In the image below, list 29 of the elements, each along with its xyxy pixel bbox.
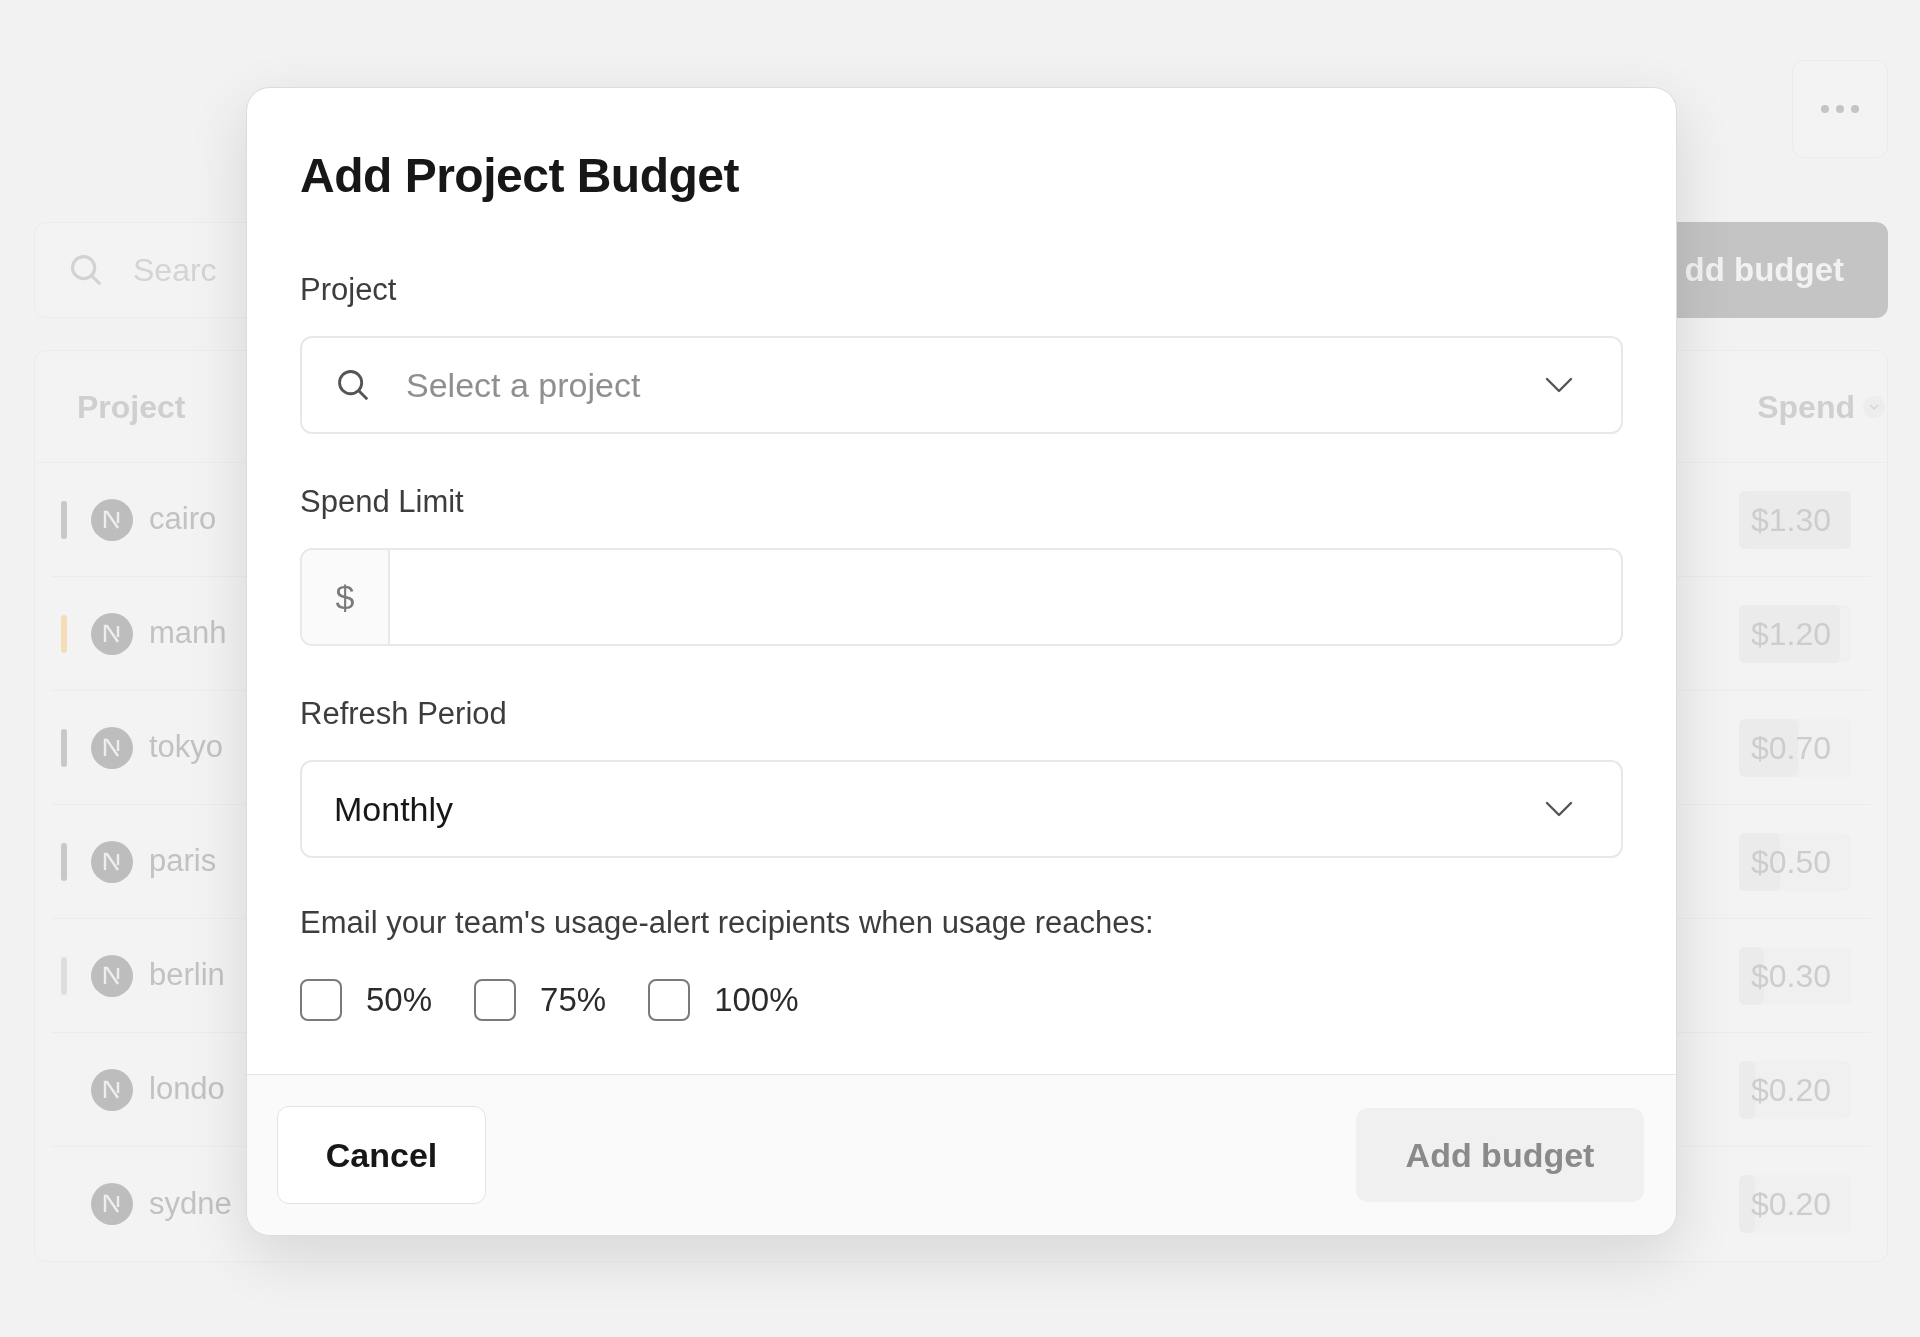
select-value: Monthly (334, 788, 455, 830)
avatar-icon (91, 840, 133, 883)
select-placeholder: Select a project (406, 364, 642, 406)
checkbox[interactable] (300, 978, 342, 1021)
avatar-icon (91, 954, 133, 997)
dialog-title: Add Project Budget (300, 148, 740, 204)
avatar-icon (91, 726, 133, 769)
field-label: Spend Limit (300, 483, 465, 521)
project-select[interactable]: Select a project (300, 336, 1623, 434)
more-icon (1820, 104, 1860, 114)
checkbox[interactable] (648, 978, 691, 1021)
alert-label: Email your team's usage-alert recipients when usage reaches: (300, 904, 1155, 942)
checkbox-label: 100% (714, 980, 799, 1020)
refresh-period-select[interactable]: Monthly (300, 760, 1623, 858)
chevron-down-icon (1863, 395, 1885, 418)
field-label: Refresh Period (300, 695, 508, 733)
avatar-icon (91, 1068, 133, 1111)
avatar-icon (91, 612, 133, 655)
checkbox-label: 50% (366, 980, 433, 1020)
cancel-button[interactable]: Cancel (277, 1106, 486, 1204)
chevron-down-icon (1545, 377, 1573, 393)
spend-limit-field[interactable]: $ (300, 548, 1623, 646)
chevron-down-icon (1545, 801, 1573, 817)
avatar-icon (91, 498, 133, 541)
avatar-icon (91, 1183, 133, 1225)
checkbox-label: 75% (540, 980, 607, 1020)
currency-prefix: $ (302, 550, 390, 644)
field-label: Project (300, 271, 398, 309)
checkbox[interactable] (474, 978, 517, 1021)
